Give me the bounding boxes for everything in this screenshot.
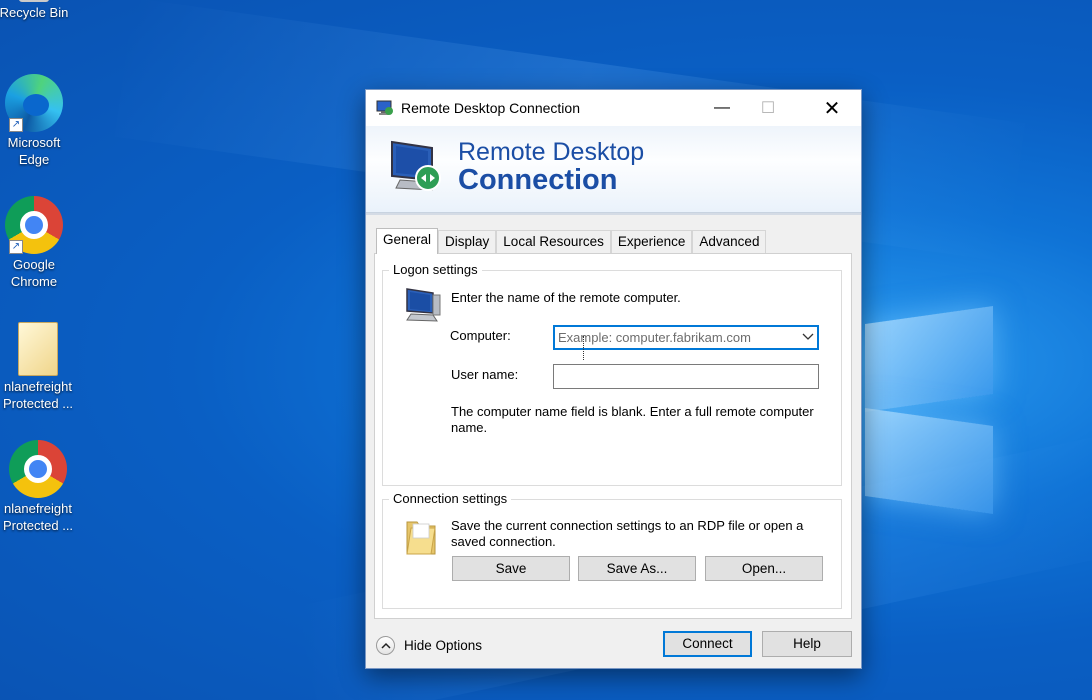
- desktop-icon-label: Protected ...: [2, 518, 74, 533]
- desktop-icon-label: nlanefreight: [4, 501, 72, 516]
- banner-title-line2: Connection: [458, 164, 618, 196]
- logon-settings-legend: Logon settings: [389, 262, 482, 277]
- desktop-icon-protected-chrome[interactable]: nlanefreight Protected ...: [0, 440, 78, 535]
- computer-icon: [403, 287, 443, 326]
- close-button[interactable]: ✕: [809, 90, 855, 126]
- open-button[interactable]: Open...: [705, 556, 823, 581]
- connect-button[interactable]: Connect: [663, 631, 752, 657]
- save-as-button[interactable]: Save As...: [578, 556, 696, 581]
- recycle-bin-icon: [19, 0, 49, 2]
- maximize-button[interactable]: ☐: [745, 90, 791, 126]
- logon-settings-group: Logon settings Enter the name of the rem…: [382, 262, 842, 486]
- monitor-icon: [388, 138, 444, 196]
- minimize-button[interactable]: —: [699, 90, 745, 126]
- desktop-icon-microsoft-edge[interactable]: ↗ Microsoft Edge: [0, 74, 74, 169]
- tab-experience[interactable]: Experience: [610, 230, 693, 254]
- hide-options-label[interactable]: Hide Options: [404, 638, 482, 653]
- folder-icon: [405, 516, 437, 559]
- shortcut-arrow-icon: ↗: [9, 118, 23, 132]
- username-label: User name:: [451, 367, 519, 382]
- chevron-down-icon[interactable]: [802, 328, 814, 349]
- desktop-icon-label: Protected ...: [2, 396, 74, 411]
- file-icon: [18, 322, 58, 376]
- desktop-icon-google-chrome[interactable]: ↗ Google Chrome: [0, 196, 74, 291]
- blank-computer-warning: The computer name field is blank. Enter …: [451, 404, 814, 435]
- logon-instruction: Enter the name of the remote computer.: [451, 290, 681, 305]
- banner-divider: [366, 213, 861, 215]
- app-banner: Remote Desktop Connection: [366, 126, 861, 213]
- chrome-icon: [9, 440, 67, 498]
- chrome-icon: ↗: [5, 196, 63, 254]
- general-tab-panel: Logon settings Enter the name of the rem…: [374, 253, 852, 619]
- chevron-up-icon[interactable]: [376, 636, 395, 655]
- windows-logo-wallpaper: [865, 295, 995, 514]
- rdp-app-icon: [376, 100, 394, 116]
- desktop-icon-label: Microsoft: [7, 135, 61, 150]
- desktop-icon-label: Recycle Bin: [0, 5, 69, 20]
- banner-title-line1: Remote Desktop: [458, 138, 645, 166]
- desktop-icon-label: nlanefreight: [4, 379, 72, 394]
- hide-options-toggle[interactable]: Hide Options: [376, 636, 482, 655]
- text-cursor-icon: [583, 336, 585, 360]
- save-button[interactable]: Save: [452, 556, 570, 581]
- title-bar[interactable]: Remote Desktop Connection — ☐ ✕: [366, 90, 861, 126]
- desktop-icon-label: Edge: [18, 152, 50, 167]
- connection-description: Save the current connection settings to …: [451, 518, 804, 549]
- tab-display[interactable]: Display: [438, 230, 497, 254]
- shortcut-arrow-icon: ↗: [9, 240, 23, 254]
- tab-general[interactable]: General: [376, 228, 439, 254]
- computer-label: Computer:: [450, 328, 511, 343]
- tab-strip: General Display Local Resources Experien…: [376, 228, 767, 254]
- desktop-icon-label: Chrome: [10, 274, 58, 289]
- help-button[interactable]: Help: [762, 631, 852, 657]
- connection-settings-group: Connection settings Save the current con…: [382, 491, 842, 609]
- computer-input[interactable]: [554, 326, 789, 348]
- window-title: Remote Desktop Connection: [401, 100, 580, 116]
- desktop-icon-label: Google: [13, 257, 55, 272]
- desktop-icon-protected-file[interactable]: nlanefreight Protected ...: [0, 322, 78, 413]
- tab-local-resources[interactable]: Local Resources: [496, 230, 611, 254]
- remote-desktop-dialog: Remote Desktop Connection — ☐ ✕ Remote D…: [365, 89, 862, 669]
- username-field[interactable]: [553, 364, 819, 389]
- desktop-icon-recycle-bin[interactable]: Recycle Bin: [0, 0, 74, 22]
- tab-advanced[interactable]: Advanced: [692, 230, 767, 254]
- connection-settings-legend: Connection settings: [389, 491, 512, 506]
- username-input[interactable]: [554, 365, 818, 388]
- edge-icon: ↗: [5, 74, 63, 132]
- computer-combobox[interactable]: [553, 325, 819, 350]
